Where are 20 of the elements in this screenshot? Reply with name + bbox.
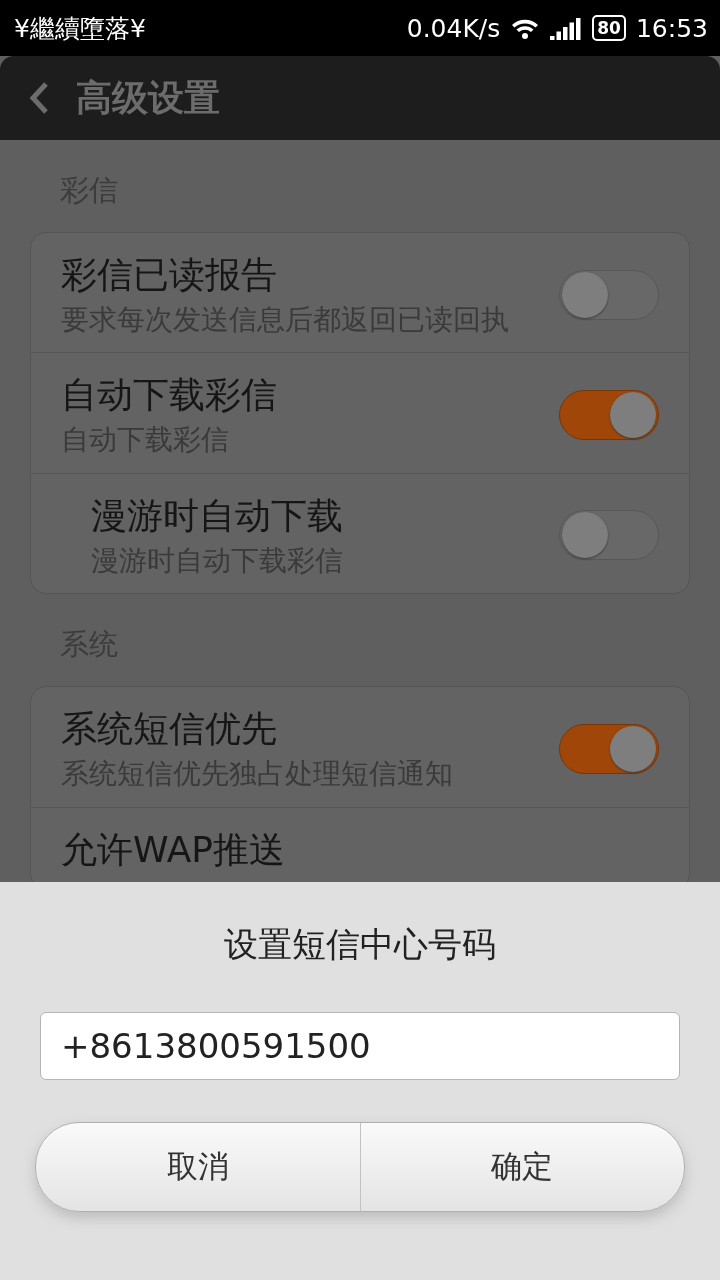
signal-icon [550, 16, 583, 40]
carrier-name: ¥繼續墮落¥ [14, 12, 146, 45]
clock-time: 16:53 [635, 13, 708, 43]
network-speed: 0.04K/s [406, 13, 501, 43]
toggle-switch[interactable] [559, 723, 659, 774]
toggle-switch[interactable] [559, 269, 659, 320]
battery-icon: 80 [592, 15, 626, 41]
setting-title: 系统短信优先 [61, 707, 278, 752]
dialog-title: 设置短信中心号码 [224, 923, 496, 966]
toggle-switch[interactable] [559, 510, 659, 561]
confirm-button[interactable]: 确定 [359, 1123, 684, 1211]
setting-title: 彩信已读报告 [61, 253, 278, 297]
number-field[interactable]: +8613800591500 [40, 1012, 680, 1080]
setting-title: 自动下载彩信 [61, 373, 278, 418]
cancel-button[interactable]: 取消 [36, 1123, 360, 1211]
back-icon[interactable] [28, 81, 50, 115]
setting-title: 允许WAP推送 [61, 827, 286, 872]
page-title: 高级设置 [76, 75, 220, 120]
toggle-switch[interactable] [559, 390, 659, 441]
setting-title: 漫游时自动下载 [91, 493, 344, 538]
